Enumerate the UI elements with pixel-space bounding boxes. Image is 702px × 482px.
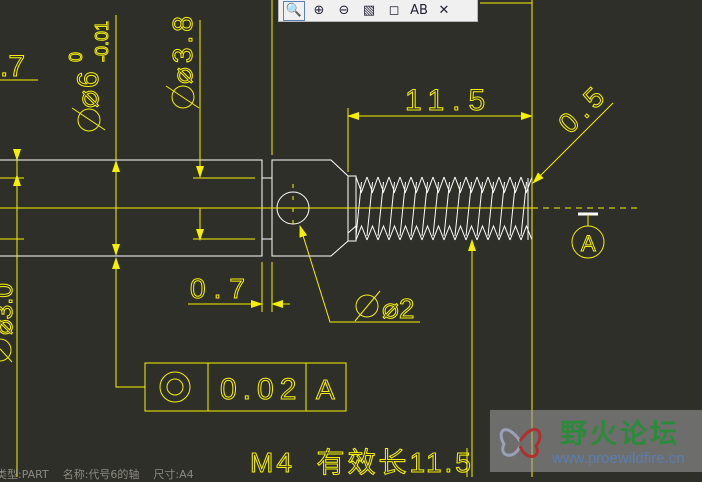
- thread-note: M4 有效长11.5: [250, 447, 474, 477]
- zoom-out-button[interactable]: ⊖: [333, 1, 355, 21]
- repaint-icon: ▧: [362, 3, 376, 18]
- watermark: 野火论坛 www.proewildfire.cn: [490, 410, 702, 472]
- watermark-title: 野火论坛: [560, 419, 680, 450]
- view-toolbar: 🔍 ⊕ ⊖ ▧ ◻ AB ✕: [278, 0, 478, 22]
- display-style-button[interactable]: ◻: [383, 1, 405, 21]
- zoom-in-icon: ⊕: [313, 3, 325, 18]
- annotation-display-button[interactable]: AB: [408, 1, 430, 21]
- dim-hole: ⌀2: [382, 293, 414, 324]
- dim-dia6-tol-upper: 0: [66, 52, 86, 62]
- dim-dia6: ⌀6: [72, 69, 105, 108]
- zoom-window-icon: 🔍: [285, 3, 303, 18]
- dimension-texts: .7 ⌀6 0 -0.01 ⌀3.8 ⌀3.0 11.5 0.5 0.7 ⌀2 …: [0, 12, 615, 477]
- dim-left-partial: .7: [0, 50, 25, 83]
- dim-left-bottom: ⌀3.0: [0, 283, 18, 335]
- repaint-button[interactable]: ▧: [358, 1, 380, 21]
- butterfly-logo-icon: [499, 427, 542, 458]
- concentricity-icon: [159, 371, 191, 403]
- fcf-datum: A: [316, 374, 335, 405]
- dim-chamfer: 0.5: [552, 77, 614, 139]
- zoom-in-button[interactable]: ⊕: [308, 1, 330, 21]
- diameter-symbols: [0, 85, 381, 363]
- datum-display-button[interactable]: ✕: [433, 1, 455, 21]
- drawing-canvas[interactable]: .7 ⌀6 0 -0.01 ⌀3.8 ⌀3.0 11.5 0.5 0.7 ⌀2 …: [0, 0, 702, 477]
- annotation-display-icon: AB: [410, 3, 428, 18]
- zoom-window-button[interactable]: 🔍: [283, 0, 305, 21]
- dim-neck: 0.7: [190, 273, 253, 304]
- datum-display-icon: ✕: [438, 3, 450, 18]
- dim-thread-length: 11.5: [405, 84, 493, 117]
- zoom-out-icon: ⊖: [338, 3, 350, 18]
- watermark-url: www.proewildfire.cn: [552, 450, 685, 467]
- display-style-icon: ◻: [388, 3, 400, 18]
- fcf-tolerance: 0.02: [220, 373, 302, 406]
- dim-dia6-tol-lower: -0.01: [92, 21, 112, 62]
- datum-label: A: [581, 231, 596, 256]
- dim-dia38: ⌀3.8: [167, 12, 198, 84]
- status-text: 类型:PART 名称:代号6的轴 尺寸:A4: [0, 468, 194, 481]
